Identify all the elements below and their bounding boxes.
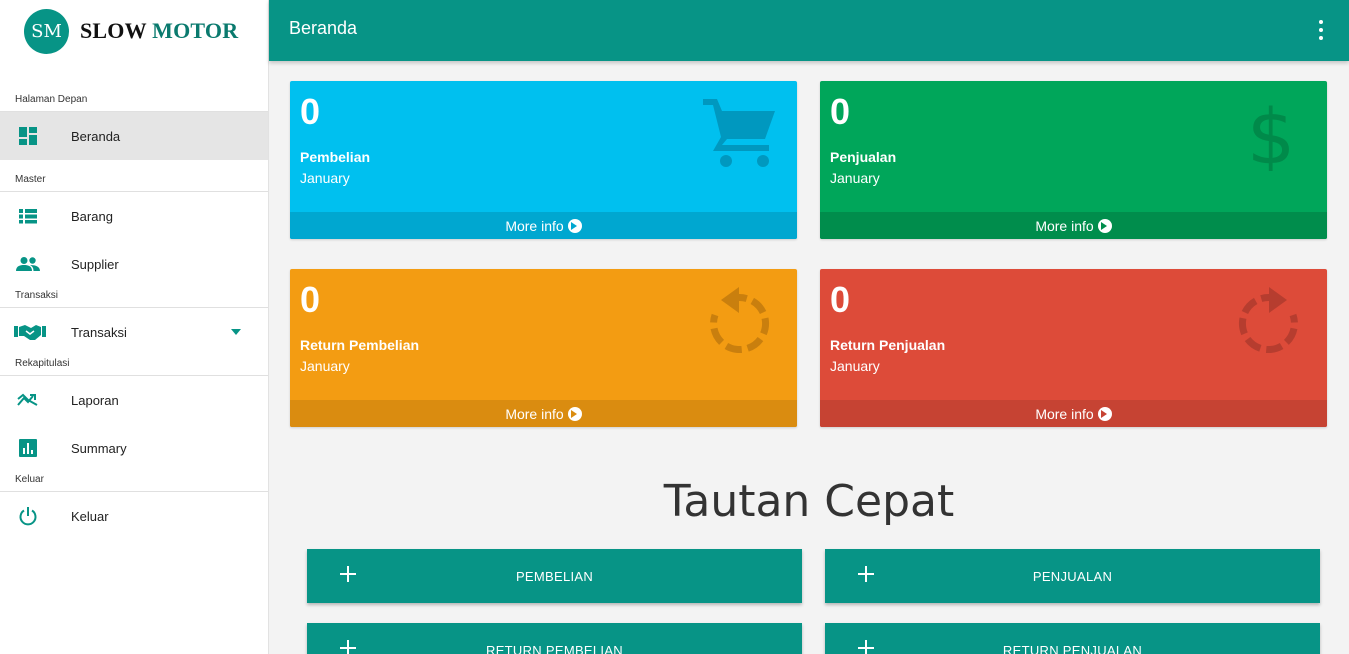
quick-link-return-penjualan-button[interactable]: RETURN PENJUALAN [825,623,1320,654]
arrow-circle-right-icon [567,218,582,233]
info-box-count: 0 [300,91,321,132]
page-title: Beranda [289,18,358,38]
info-box-return-penjualan: 0 Return Penjualan January More info [820,269,1327,427]
plus-icon [858,639,876,654]
sidebar-item-beranda[interactable]: Beranda [0,112,268,160]
plus-icon [340,639,358,654]
plus-icon [858,565,876,583]
more-vert-icon[interactable] [1316,20,1326,40]
info-box-penjualan: 0 Penjualan January $ More info [820,81,1327,239]
sidebar-item-label: Supplier [71,256,119,272]
dashboard-icon [15,124,41,148]
sidebar-item-summary[interactable]: Summary [0,424,268,472]
info-box-label: Pembelian [300,149,371,165]
plus-icon [340,565,358,583]
more-info-link[interactable]: More info [820,400,1327,427]
info-box-period: January [300,358,350,374]
nav-section-keluar: Keluar [0,474,268,492]
quick-links-title: Tautan Cepat [663,476,955,527]
handshake-icon [14,320,46,344]
info-box-count: 0 [300,279,321,320]
dollar-icon: $ [1247,92,1295,171]
sidebar-item-supplier[interactable]: Supplier [0,240,268,288]
sidebar-item-label: Barang [71,208,113,224]
sidebar-item-barang[interactable]: Barang [0,192,268,240]
quick-link-penjualan-button[interactable]: PENJUALAN [825,549,1320,603]
more-info-link[interactable]: More info [290,212,797,239]
rotate-left-icon [710,287,770,354]
sidebar-item-transaksi[interactable]: Transaksi [0,308,268,356]
sidebar: SM SLOW MOTOR Halaman Depan Beranda Mast… [0,0,269,654]
info-box-period: January [300,170,350,186]
info-box-label: Return Penjualan [830,337,946,353]
arrow-circle-right-icon [567,406,582,421]
more-info-link[interactable]: More info [820,212,1327,239]
info-box-period: January [830,358,880,374]
list-icon [15,204,41,228]
sidebar-item-label: Beranda [71,128,121,144]
sidebar-item-label: Laporan [71,392,119,408]
quick-link-pembelian-button[interactable]: PEMBELIAN [307,549,802,603]
nav-section-rekapitulasi: Rekapitulasi [0,358,268,376]
info-box-count: 0 [830,279,851,320]
brand-logo: SM [24,8,69,54]
sidebar-item-label: Summary [71,440,127,456]
sidebar-item-label: Transaksi [71,324,127,340]
info-box-pembelian: 0 Pembelian January More info [290,81,797,239]
bar-chart-icon [15,436,41,460]
brand-name: SLOW MOTOR [80,18,239,43]
power-icon [15,504,41,528]
quick-link-return-pembelian-button[interactable]: RETURN PEMBELIAN [307,623,802,654]
brand[interactable]: SM SLOW MOTOR [0,0,268,62]
info-box-label: Return Pembelian [300,337,420,353]
svg-text:$: $ [1247,92,1295,171]
people-icon [15,252,41,276]
arrow-circle-right-icon [1097,218,1112,233]
shopping-cart-icon [703,99,775,167]
sidebar-item-laporan[interactable]: Laporan [0,376,268,424]
arrow-circle-right-icon [1097,406,1112,421]
nav-section-master: Master [0,174,268,192]
info-box-period: January [830,170,880,186]
info-box-label: Penjualan [830,149,897,165]
info-box-count: 0 [830,91,851,132]
trending-icon [15,388,41,412]
sidebar-item-label: Keluar [71,508,109,524]
nav-section-transaksi: Transaksi [0,290,268,308]
sidebar-item-keluar[interactable]: Keluar [0,492,268,540]
rotate-right-icon [1238,287,1298,354]
info-box-return-pembelian: 0 Return Pembelian January More info [290,269,797,427]
more-info-link[interactable]: More info [290,400,797,427]
chevron-down-icon[interactable] [231,329,241,335]
nav-section-halaman-depan: Halaman Depan [0,94,268,112]
topbar: Beranda [269,0,1349,61]
